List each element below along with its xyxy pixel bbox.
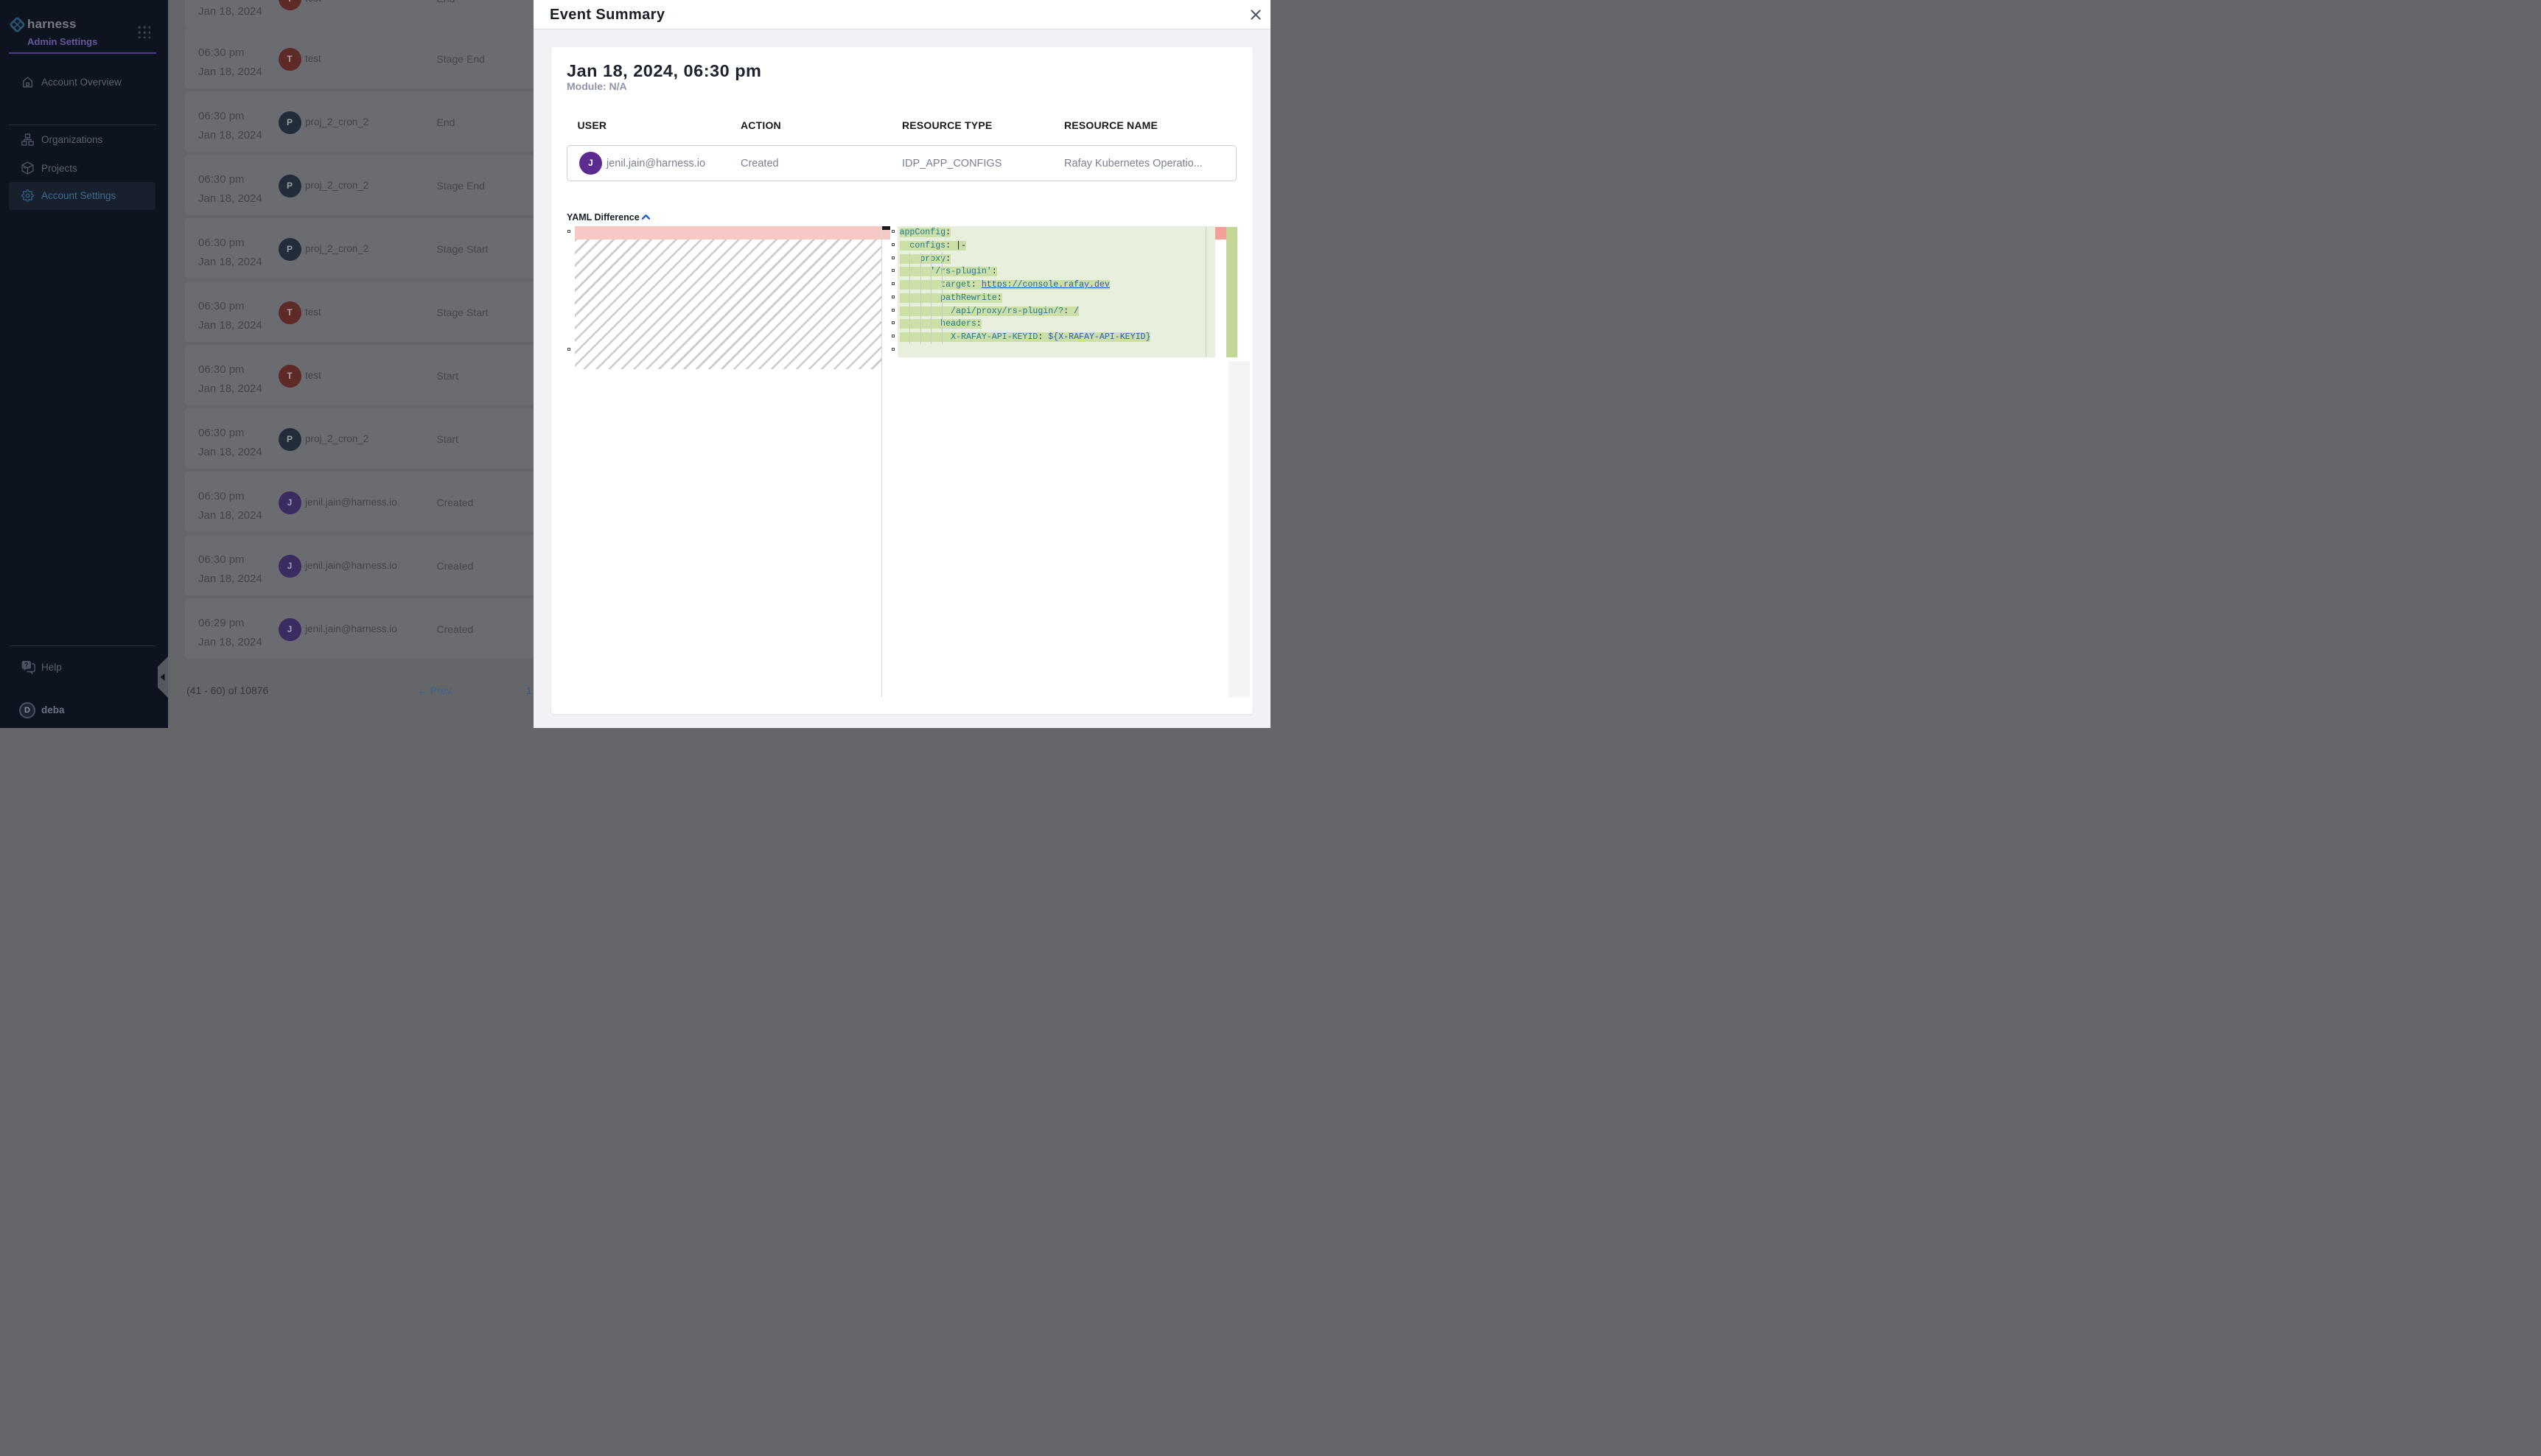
svg-text:?: ? xyxy=(24,662,29,669)
